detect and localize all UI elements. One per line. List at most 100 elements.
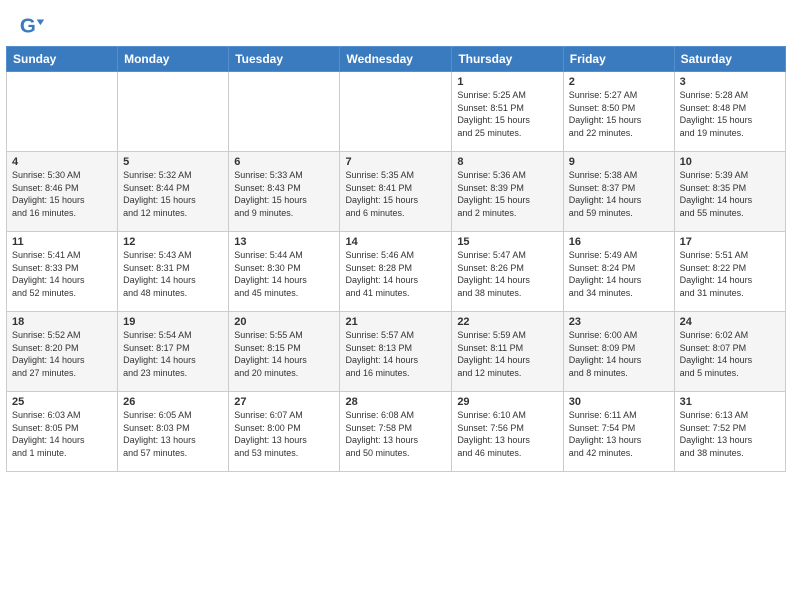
- calendar-cell: [7, 72, 118, 152]
- day-info: Sunrise: 5:36 AM Sunset: 8:39 PM Dayligh…: [457, 169, 557, 219]
- day-number: 15: [457, 236, 557, 248]
- day-number: 24: [680, 316, 780, 328]
- week-row-5: 25Sunrise: 6:03 AM Sunset: 8:05 PM Dayli…: [7, 392, 786, 472]
- day-info: Sunrise: 6:11 AM Sunset: 7:54 PM Dayligh…: [569, 409, 669, 459]
- day-info: Sunrise: 5:27 AM Sunset: 8:50 PM Dayligh…: [569, 89, 669, 139]
- calendar-cell: 26Sunrise: 6:05 AM Sunset: 8:03 PM Dayli…: [118, 392, 229, 472]
- day-number: 29: [457, 396, 557, 408]
- svg-text:G: G: [20, 15, 36, 38]
- day-number: 30: [569, 396, 669, 408]
- day-number: 28: [345, 396, 446, 408]
- day-number: 10: [680, 156, 780, 168]
- day-info: Sunrise: 5:39 AM Sunset: 8:35 PM Dayligh…: [680, 169, 780, 219]
- calendar-cell: 19Sunrise: 5:54 AM Sunset: 8:17 PM Dayli…: [118, 312, 229, 392]
- calendar-cell: 5Sunrise: 5:32 AM Sunset: 8:44 PM Daylig…: [118, 152, 229, 232]
- day-number: 18: [12, 316, 112, 328]
- col-header-monday: Monday: [118, 47, 229, 72]
- day-info: Sunrise: 5:44 AM Sunset: 8:30 PM Dayligh…: [234, 249, 334, 299]
- day-number: 16: [569, 236, 669, 248]
- col-header-tuesday: Tuesday: [229, 47, 340, 72]
- day-number: 19: [123, 316, 223, 328]
- day-info: Sunrise: 6:05 AM Sunset: 8:03 PM Dayligh…: [123, 409, 223, 459]
- day-number: 12: [123, 236, 223, 248]
- logo-icon: G: [18, 12, 46, 40]
- day-info: Sunrise: 5:33 AM Sunset: 8:43 PM Dayligh…: [234, 169, 334, 219]
- calendar-cell: 7Sunrise: 5:35 AM Sunset: 8:41 PM Daylig…: [340, 152, 452, 232]
- day-number: 26: [123, 396, 223, 408]
- day-info: Sunrise: 5:28 AM Sunset: 8:48 PM Dayligh…: [680, 89, 780, 139]
- calendar-cell: 24Sunrise: 6:02 AM Sunset: 8:07 PM Dayli…: [674, 312, 785, 392]
- col-header-wednesday: Wednesday: [340, 47, 452, 72]
- day-number: 21: [345, 316, 446, 328]
- calendar-cell: 6Sunrise: 5:33 AM Sunset: 8:43 PM Daylig…: [229, 152, 340, 232]
- day-info: Sunrise: 6:10 AM Sunset: 7:56 PM Dayligh…: [457, 409, 557, 459]
- week-row-1: 1Sunrise: 5:25 AM Sunset: 8:51 PM Daylig…: [7, 72, 786, 152]
- day-info: Sunrise: 5:51 AM Sunset: 8:22 PM Dayligh…: [680, 249, 780, 299]
- day-info: Sunrise: 5:49 AM Sunset: 8:24 PM Dayligh…: [569, 249, 669, 299]
- page-header: G: [0, 0, 792, 46]
- day-number: 6: [234, 156, 334, 168]
- calendar-table: SundayMondayTuesdayWednesdayThursdayFrid…: [6, 46, 786, 472]
- calendar-cell: 9Sunrise: 5:38 AM Sunset: 8:37 PM Daylig…: [563, 152, 674, 232]
- calendar-cell: 10Sunrise: 5:39 AM Sunset: 8:35 PM Dayli…: [674, 152, 785, 232]
- day-number: 2: [569, 76, 669, 88]
- calendar-cell: 23Sunrise: 6:00 AM Sunset: 8:09 PM Dayli…: [563, 312, 674, 392]
- day-info: Sunrise: 6:13 AM Sunset: 7:52 PM Dayligh…: [680, 409, 780, 459]
- day-info: Sunrise: 5:54 AM Sunset: 8:17 PM Dayligh…: [123, 329, 223, 379]
- calendar-wrapper: SundayMondayTuesdayWednesdayThursdayFrid…: [0, 46, 792, 478]
- calendar-cell: 8Sunrise: 5:36 AM Sunset: 8:39 PM Daylig…: [452, 152, 563, 232]
- calendar-cell: [340, 72, 452, 152]
- calendar-cell: 3Sunrise: 5:28 AM Sunset: 8:48 PM Daylig…: [674, 72, 785, 152]
- day-info: Sunrise: 6:02 AM Sunset: 8:07 PM Dayligh…: [680, 329, 780, 379]
- col-header-sunday: Sunday: [7, 47, 118, 72]
- day-number: 4: [12, 156, 112, 168]
- col-header-thursday: Thursday: [452, 47, 563, 72]
- day-number: 8: [457, 156, 557, 168]
- day-info: Sunrise: 5:43 AM Sunset: 8:31 PM Dayligh…: [123, 249, 223, 299]
- calendar-cell: 12Sunrise: 5:43 AM Sunset: 8:31 PM Dayli…: [118, 232, 229, 312]
- calendar-cell: [118, 72, 229, 152]
- day-info: Sunrise: 5:35 AM Sunset: 8:41 PM Dayligh…: [345, 169, 446, 219]
- day-info: Sunrise: 5:32 AM Sunset: 8:44 PM Dayligh…: [123, 169, 223, 219]
- calendar-cell: 31Sunrise: 6:13 AM Sunset: 7:52 PM Dayli…: [674, 392, 785, 472]
- day-info: Sunrise: 5:52 AM Sunset: 8:20 PM Dayligh…: [12, 329, 112, 379]
- day-number: 22: [457, 316, 557, 328]
- day-number: 5: [123, 156, 223, 168]
- day-info: Sunrise: 5:41 AM Sunset: 8:33 PM Dayligh…: [12, 249, 112, 299]
- day-number: 20: [234, 316, 334, 328]
- calendar-cell: 22Sunrise: 5:59 AM Sunset: 8:11 PM Dayli…: [452, 312, 563, 392]
- calendar-cell: 21Sunrise: 5:57 AM Sunset: 8:13 PM Dayli…: [340, 312, 452, 392]
- day-info: Sunrise: 5:38 AM Sunset: 8:37 PM Dayligh…: [569, 169, 669, 219]
- calendar-cell: 28Sunrise: 6:08 AM Sunset: 7:58 PM Dayli…: [340, 392, 452, 472]
- day-number: 17: [680, 236, 780, 248]
- calendar-cell: 20Sunrise: 5:55 AM Sunset: 8:15 PM Dayli…: [229, 312, 340, 392]
- week-row-2: 4Sunrise: 5:30 AM Sunset: 8:46 PM Daylig…: [7, 152, 786, 232]
- day-info: Sunrise: 5:46 AM Sunset: 8:28 PM Dayligh…: [345, 249, 446, 299]
- calendar-cell: 29Sunrise: 6:10 AM Sunset: 7:56 PM Dayli…: [452, 392, 563, 472]
- calendar-cell: 18Sunrise: 5:52 AM Sunset: 8:20 PM Dayli…: [7, 312, 118, 392]
- calendar-cell: 14Sunrise: 5:46 AM Sunset: 8:28 PM Dayli…: [340, 232, 452, 312]
- calendar-cell: 27Sunrise: 6:07 AM Sunset: 8:00 PM Dayli…: [229, 392, 340, 472]
- calendar-cell: 25Sunrise: 6:03 AM Sunset: 8:05 PM Dayli…: [7, 392, 118, 472]
- col-header-saturday: Saturday: [674, 47, 785, 72]
- calendar-cell: [229, 72, 340, 152]
- day-info: Sunrise: 6:00 AM Sunset: 8:09 PM Dayligh…: [569, 329, 669, 379]
- day-info: Sunrise: 6:03 AM Sunset: 8:05 PM Dayligh…: [12, 409, 112, 459]
- calendar-header-row: SundayMondayTuesdayWednesdayThursdayFrid…: [7, 47, 786, 72]
- calendar-cell: 15Sunrise: 5:47 AM Sunset: 8:26 PM Dayli…: [452, 232, 563, 312]
- calendar-cell: 16Sunrise: 5:49 AM Sunset: 8:24 PM Dayli…: [563, 232, 674, 312]
- day-number: 25: [12, 396, 112, 408]
- calendar-cell: 30Sunrise: 6:11 AM Sunset: 7:54 PM Dayli…: [563, 392, 674, 472]
- calendar-cell: 17Sunrise: 5:51 AM Sunset: 8:22 PM Dayli…: [674, 232, 785, 312]
- calendar-cell: 13Sunrise: 5:44 AM Sunset: 8:30 PM Dayli…: [229, 232, 340, 312]
- day-info: Sunrise: 5:59 AM Sunset: 8:11 PM Dayligh…: [457, 329, 557, 379]
- day-number: 13: [234, 236, 334, 248]
- day-info: Sunrise: 5:57 AM Sunset: 8:13 PM Dayligh…: [345, 329, 446, 379]
- day-number: 14: [345, 236, 446, 248]
- calendar-cell: 2Sunrise: 5:27 AM Sunset: 8:50 PM Daylig…: [563, 72, 674, 152]
- calendar-cell: 11Sunrise: 5:41 AM Sunset: 8:33 PM Dayli…: [7, 232, 118, 312]
- day-info: Sunrise: 5:25 AM Sunset: 8:51 PM Dayligh…: [457, 89, 557, 139]
- calendar-cell: 4Sunrise: 5:30 AM Sunset: 8:46 PM Daylig…: [7, 152, 118, 232]
- logo: G: [18, 12, 50, 40]
- day-number: 27: [234, 396, 334, 408]
